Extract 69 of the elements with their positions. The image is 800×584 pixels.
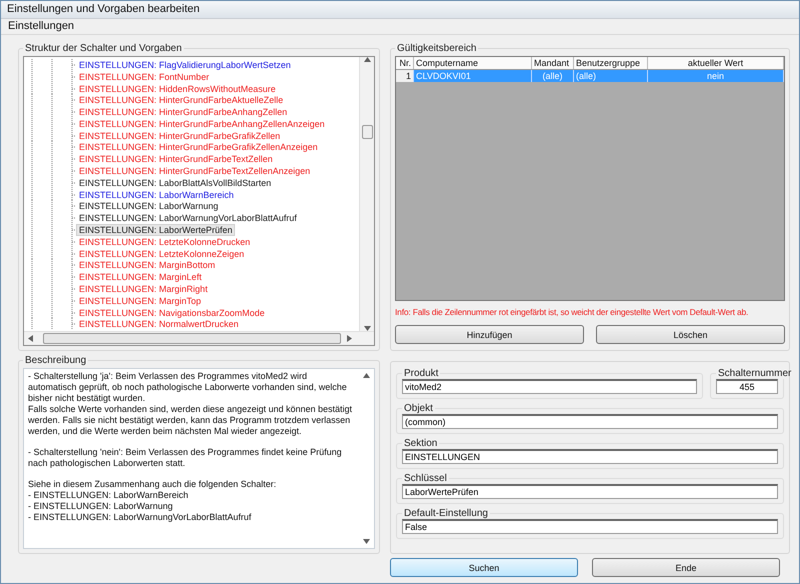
column-header[interactable]: Benutzergruppe [574, 57, 648, 69]
table-cell: CLVDOKVI01 [414, 70, 532, 82]
description-box[interactable] [23, 368, 375, 549]
input-field[interactable]: LaborWertePrüfen [402, 484, 778, 499]
field-label: Schalternummer [717, 368, 792, 379]
field-label: Produkt [403, 368, 440, 379]
field-label: Sektion [403, 438, 438, 449]
action-button[interactable]: Löschen [596, 325, 785, 344]
description-text: - Schalterstellung 'ja': Beim Verlassen des Programmes vitoMed2 wird automatisch geprüft, ob noch pathologische Laborwerte vorhanden sind, welche bisher nicht bestätigt wurden. Falls solche Werte vorhanden sind, werden diese angezeigt und können bestätigt werden. Falls sie nicht bestätigt werden, kann das Programm trotzdem verlassen werden, und die Werte werden beim nächsten Mal wieder angezeigt. [28, 371, 354, 437]
table-cell: (alle) [532, 70, 574, 82]
tree-item[interactable]: EINSTELLUNGEN: LaborWarnung [76, 200, 222, 212]
tree-item[interactable]: EINSTELLUNGEN: LetzteKolonneDrucken [76, 236, 254, 248]
tree-item[interactable]: EINSTELLUNGEN: LaborBlattAlsVollBildStarten [76, 176, 274, 189]
tree-item[interactable]: EINSTELLUNGEN: MarginRight [76, 283, 211, 296]
input-field[interactable]: False [402, 519, 778, 534]
tree-item[interactable]: EINSTELLUNGEN: LetzteKolonneZeigen [76, 248, 248, 260]
group-title: Struktur der Schalter und Vorgaben [24, 43, 183, 54]
tree-item[interactable]: EINSTELLUNGEN: HinterGrundFarbeTextZellen [76, 153, 276, 166]
tree-item[interactable]: EINSTELLUNGEN: HinterGrundFarbeGrafikZellen [76, 130, 284, 142]
window-title: Einstellungen und Vorgaben bearbeiten [1, 1, 799, 19]
vertical-scrollbar[interactable] [359, 57, 374, 331]
horizontal-scrollbar[interactable] [24, 331, 374, 345]
tree-item[interactable]: EINSTELLUNGEN: MarginLeft [76, 271, 205, 284]
input-field[interactable]: vitoMed2 [402, 379, 697, 394]
field-label: Default-Einstellung [403, 508, 489, 519]
tree-item[interactable]: EINSTELLUNGEN: NormalwertDrucken [76, 318, 242, 330]
tree-item[interactable]: EINSTELLUNGEN: HinterGrundFarbeTextZellenAnzeigen [76, 165, 314, 178]
action-button[interactable]: Suchen [390, 558, 578, 577]
column-header[interactable]: Mandant [532, 57, 574, 69]
tree-item[interactable]: EINSTELLUNGEN: HinterGrundFarbeAnhangZellenAnzeigen [76, 118, 328, 130]
scroll-down-icon[interactable] [363, 539, 370, 544]
column-header[interactable]: Computername [414, 57, 532, 69]
column-header[interactable]: aktueller Wert [648, 57, 784, 69]
tree-item[interactable]: EINSTELLUNGEN: NavigationsbarZoomMode [76, 306, 268, 319]
description-text: Siehe in diesem Zusammenhang auch die folgenden Schalter: - EINSTELLUNGEN: LaborWarnBereich - EINSTELLUNGEN: LaborWarnung - EINSTELLUNGEN: LaborWarnungVorLaborBlattAufruf [28, 479, 278, 523]
tree-item[interactable]: EINSTELLUNGEN: LaborWarnungVorLaborBlattAufruf [76, 212, 300, 224]
table-cell: nein [648, 70, 784, 82]
input-field[interactable]: (common) [402, 414, 778, 429]
input-field[interactable]: 455 [716, 379, 778, 394]
group-title: Gültigkeitsbereich [396, 43, 478, 54]
tree-item[interactable]: EINSTELLUNGEN: HinterGrundFarbeAnhangZellen [76, 106, 290, 118]
scroll-thumb[interactable] [362, 125, 372, 140]
action-button[interactable]: Hinzufügen [395, 325, 584, 344]
tree-item[interactable]: EINSTELLUNGEN: MarginTop [76, 294, 204, 307]
scroll-left-icon[interactable] [28, 335, 33, 342]
scroll-right-icon[interactable] [347, 335, 352, 342]
scroll-thumb[interactable] [43, 333, 341, 344]
action-button[interactable]: Ende [592, 558, 780, 577]
field-label: Schlüssel [403, 473, 448, 484]
tree-item[interactable]: EINSTELLUNGEN: HinterGrundFarbeGrafikZellenAnzeigen [76, 141, 321, 154]
table-cell: 1 [396, 70, 414, 82]
tree-item[interactable]: EINSTELLUNGEN: FlagValidierungLaborWertSetzen [76, 58, 294, 71]
tree-item[interactable]: EINSTELLUNGEN: FontNumber [76, 70, 212, 83]
tree-item[interactable]: EINSTELLUNGEN: MarginBottom [76, 259, 218, 272]
description-text: - Schalterstellung 'nein': Beim Verlassen des Programmes findet keine Prüfung nach pathologischen Laborwerten statt. [28, 447, 343, 469]
table-row[interactable]: 1 CLVDOKVI01 (alle) (alle) nein [396, 70, 784, 82]
scroll-up-icon[interactable] [363, 373, 370, 378]
input-field[interactable]: EINSTELLUNGEN [402, 449, 778, 464]
info-text: Info: Falls die Zeilennummer rot eingefärbt ist, so weicht der eingestellte Wert vom Default-Wert ab. [395, 307, 748, 317]
tree-item[interactable]: EINSTELLUNGEN: HinterGrundFarbeAktuelleZelle [76, 94, 286, 106]
tree-item[interactable]: EINSTELLUNGEN: LaborWertePrüfen [76, 224, 236, 236]
tree-item[interactable]: EINSTELLUNGEN: LaborWarnBereich [76, 188, 237, 201]
column-header[interactable]: Nr. [396, 57, 414, 69]
group-title: Beschreibung [24, 355, 88, 366]
scroll-up-icon[interactable] [364, 57, 370, 62]
tree-item[interactable]: EINSTELLUNGEN: HiddenRowsWithoutMeasure [76, 82, 279, 94]
table-cell: (alle) [574, 70, 648, 82]
field-label: Objekt [403, 403, 434, 414]
menu-item[interactable]: Einstellungen [5, 20, 78, 33]
